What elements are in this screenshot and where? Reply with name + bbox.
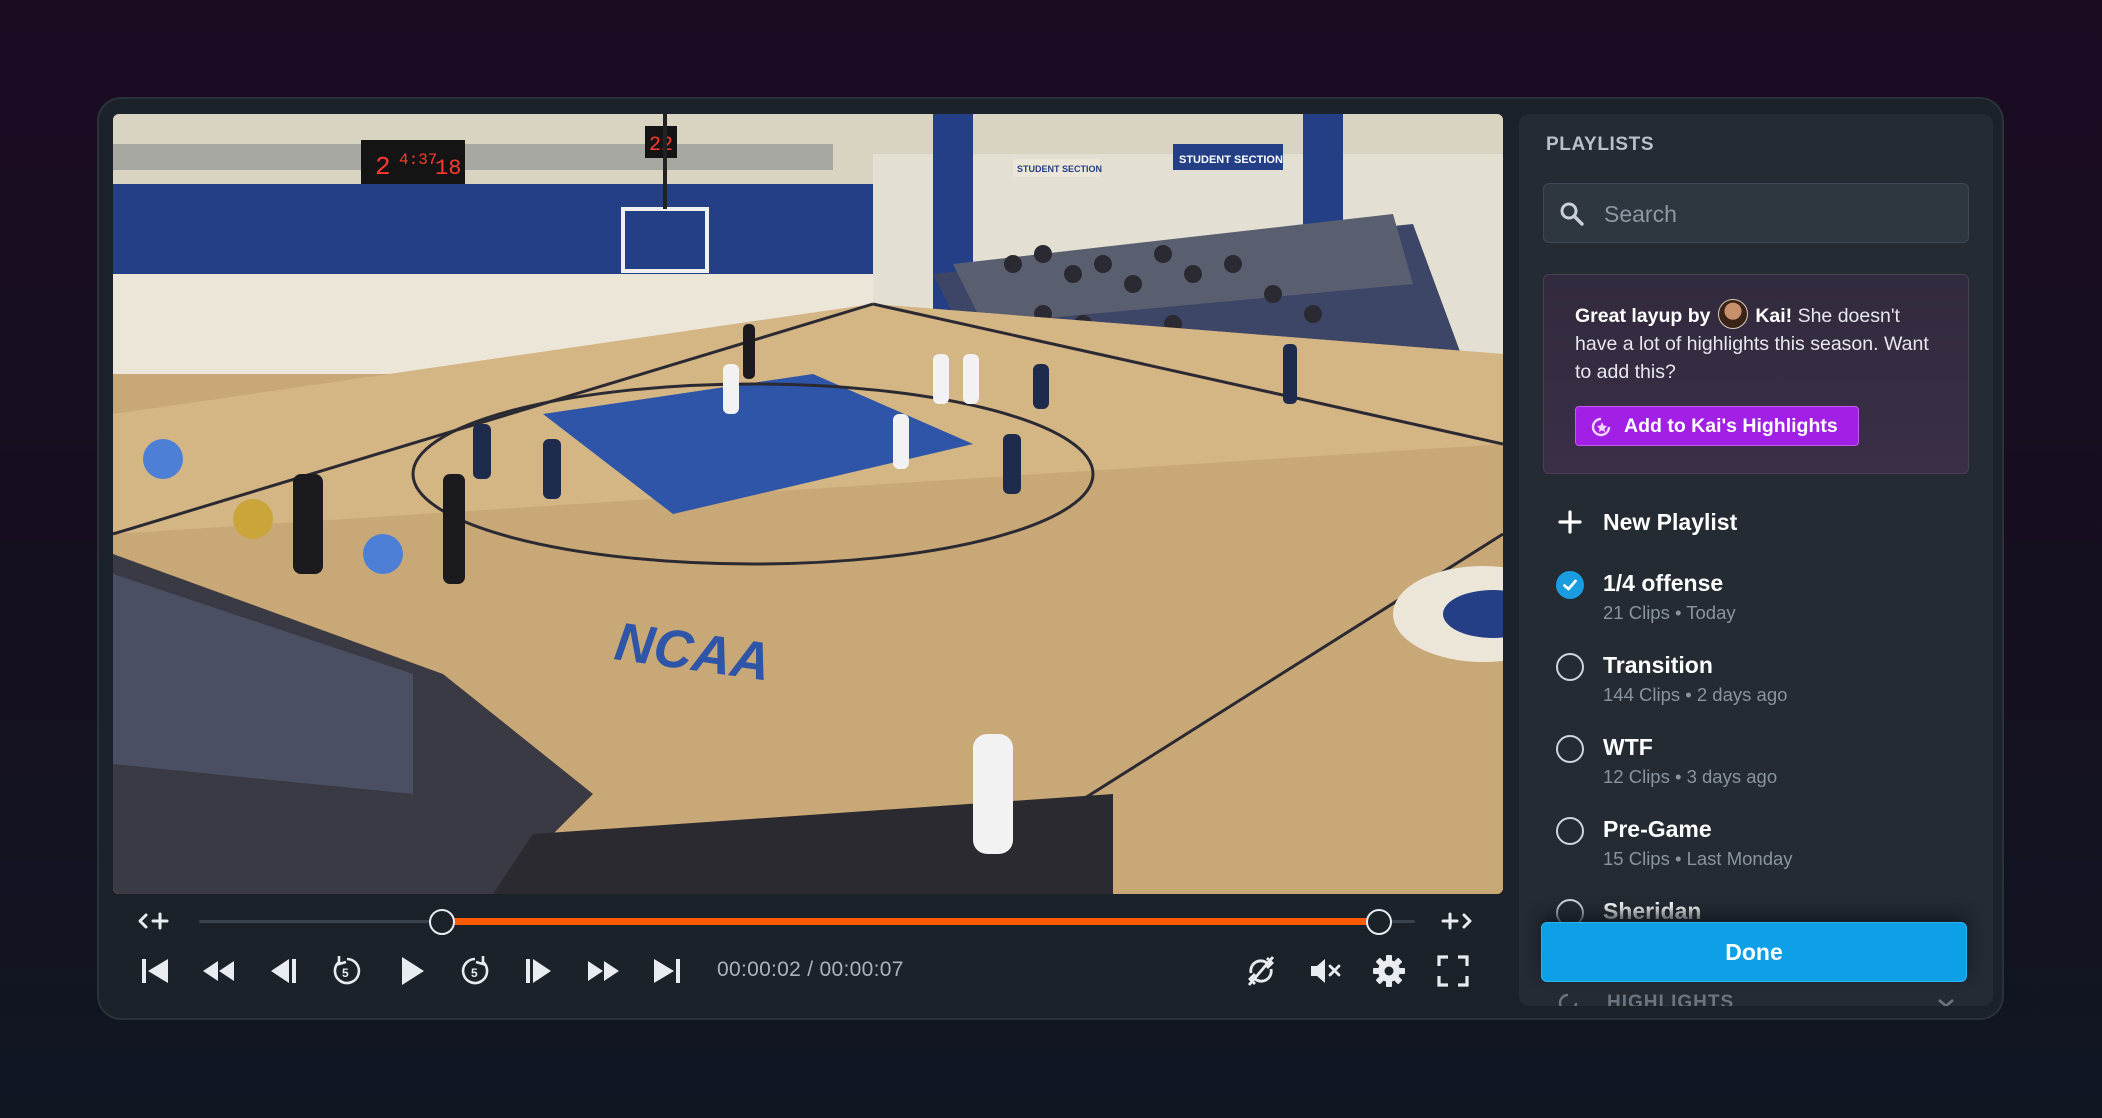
playlist-name: Sheridan	[1603, 898, 1702, 924]
playlist-item[interactable]: WTF 12 Clips • 3 days ago	[1543, 730, 1969, 792]
playlist-name: Pre-Game	[1603, 816, 1712, 842]
playlist-meta: 15 Clips • Last Monday	[1603, 848, 1793, 869]
scoreboard-home: 2	[375, 152, 391, 182]
play-icon	[402, 957, 424, 985]
highlights-section-title: HIGHLIGHTS	[1607, 992, 1735, 1006]
skip-end-button[interactable]	[645, 949, 689, 993]
player-avatar	[1717, 299, 1748, 329]
fast-forward-icon	[588, 961, 619, 981]
trim-end-handle[interactable]	[1365, 909, 1392, 935]
fast-forward-button[interactable]	[581, 949, 625, 993]
scoreboard-away: 18	[435, 156, 461, 181]
video-editor-window: NCAA 2 4:37 18 22 STUDENT SECTION STUDEN…	[97, 97, 2004, 1020]
play-button[interactable]	[389, 949, 433, 993]
panel-title: PLAYLISTS	[1546, 134, 1655, 155]
forward-5-icon: 5	[461, 956, 489, 985]
playlist-item[interactable]: Pre-Game 15 Clips • Last Monday	[1543, 812, 1969, 874]
add-to-highlights-button[interactable]: Add to Kai's Highlights	[1575, 406, 1859, 446]
chevron-down-icon	[1938, 999, 1954, 1006]
extend-end-icon	[1441, 912, 1472, 930]
step-back-icon	[271, 959, 296, 983]
step-forward-icon	[526, 959, 551, 983]
fullscreen-icon	[1437, 955, 1469, 987]
trim-timeline	[113, 907, 1503, 935]
plus-icon	[1558, 510, 1582, 534]
svg-text:5: 5	[342, 966, 349, 980]
timeline-track[interactable]	[199, 909, 1415, 935]
highlight-icon	[1558, 993, 1578, 1006]
highlights-section-peek[interactable]: HIGHLIGHTS	[1557, 992, 1957, 1006]
extend-start-button[interactable]	[131, 907, 177, 935]
scoreboard-clock: 4:37	[399, 151, 437, 169]
replay-5-button[interactable]: 5	[325, 949, 369, 993]
playlist-name: WTF	[1603, 734, 1653, 760]
skip-end-icon	[654, 959, 680, 983]
playlist-checkbox-checked[interactable]	[1556, 571, 1584, 599]
suggestion-lead: Great layup by	[1575, 305, 1711, 327]
shot-clock: 22	[649, 134, 673, 157]
fullscreen-button[interactable]	[1431, 949, 1475, 993]
step-back-button[interactable]	[261, 949, 305, 993]
forward-5-button[interactable]: 5	[453, 949, 497, 993]
add-to-highlights-label: Add to Kai's Highlights	[1624, 415, 1838, 437]
playlist-item[interactable]: 1/4 offense 21 Clips • Today	[1543, 566, 1969, 628]
skip-start-icon	[142, 959, 168, 983]
playlist-checkbox[interactable]	[1556, 653, 1584, 681]
playlist-name: 1/4 offense	[1603, 570, 1724, 596]
trim-range	[442, 918, 1379, 925]
playlist-item[interactable]: Transition 144 Clips • 2 days ago	[1543, 648, 1969, 710]
done-button[interactable]: Done	[1541, 922, 1967, 982]
svg-text:5: 5	[471, 966, 478, 980]
trim-start-handle[interactable]	[429, 909, 456, 935]
rewind-icon	[203, 961, 234, 981]
search-icon	[1560, 202, 1584, 226]
banner-student-section-left: STUDENT SECTION	[1017, 164, 1102, 174]
highlight-icon	[1591, 417, 1611, 437]
check-icon	[1563, 579, 1577, 591]
extend-end-button[interactable]	[1433, 907, 1479, 935]
step-forward-button[interactable]	[517, 949, 561, 993]
loop-toggle-button[interactable]	[1239, 949, 1283, 993]
extend-start-icon	[138, 912, 169, 930]
playlists-panel: PLAYLISTS Great layup by Kai! She doesn'…	[1519, 114, 1993, 1006]
playlist-checkbox[interactable]	[1556, 817, 1584, 845]
banner-student-section-right: STUDENT SECTION	[1179, 154, 1283, 166]
mute-button[interactable]	[1303, 949, 1347, 993]
basketball-game-video: NCAA 2 4:37 18 22 STUDENT SECTION STUDEN…	[113, 114, 1503, 894]
settings-button[interactable]	[1367, 949, 1411, 993]
volume-muted-icon	[1311, 959, 1341, 983]
loop-off-icon	[1247, 956, 1275, 986]
video-frame[interactable]: NCAA 2 4:37 18 22 STUDENT SECTION STUDEN…	[113, 114, 1503, 894]
playlist-name: Transition	[1603, 652, 1713, 678]
new-playlist-label: New Playlist	[1603, 509, 1738, 535]
highlight-suggestion-card: Great layup by Kai! She doesn't have a l…	[1543, 274, 1969, 474]
playlist-checkbox[interactable]	[1556, 735, 1584, 763]
time-display: 00:00:02 / 00:00:07	[717, 958, 904, 981]
suggestion-text: Great layup by Kai! She doesn't have a l…	[1575, 299, 1945, 386]
search-box[interactable]	[1543, 183, 1969, 244]
rewind-button[interactable]	[197, 949, 241, 993]
playlist-meta: 12 Clips • 3 days ago	[1603, 766, 1778, 787]
new-playlist-button[interactable]: New Playlist	[1543, 499, 1969, 545]
search-input[interactable]	[1602, 184, 1956, 244]
player-controls: 5 5 00:00:02 / 00:00:07	[113, 945, 1503, 995]
skip-start-button[interactable]	[133, 949, 177, 993]
playlist-meta: 144 Clips • 2 days ago	[1603, 684, 1788, 705]
settings-gear-icon	[1373, 955, 1405, 987]
replay-5-icon: 5	[333, 956, 361, 985]
suggestion-player: Kai!	[1755, 305, 1793, 327]
playlist-meta: 21 Clips • Today	[1603, 602, 1736, 623]
